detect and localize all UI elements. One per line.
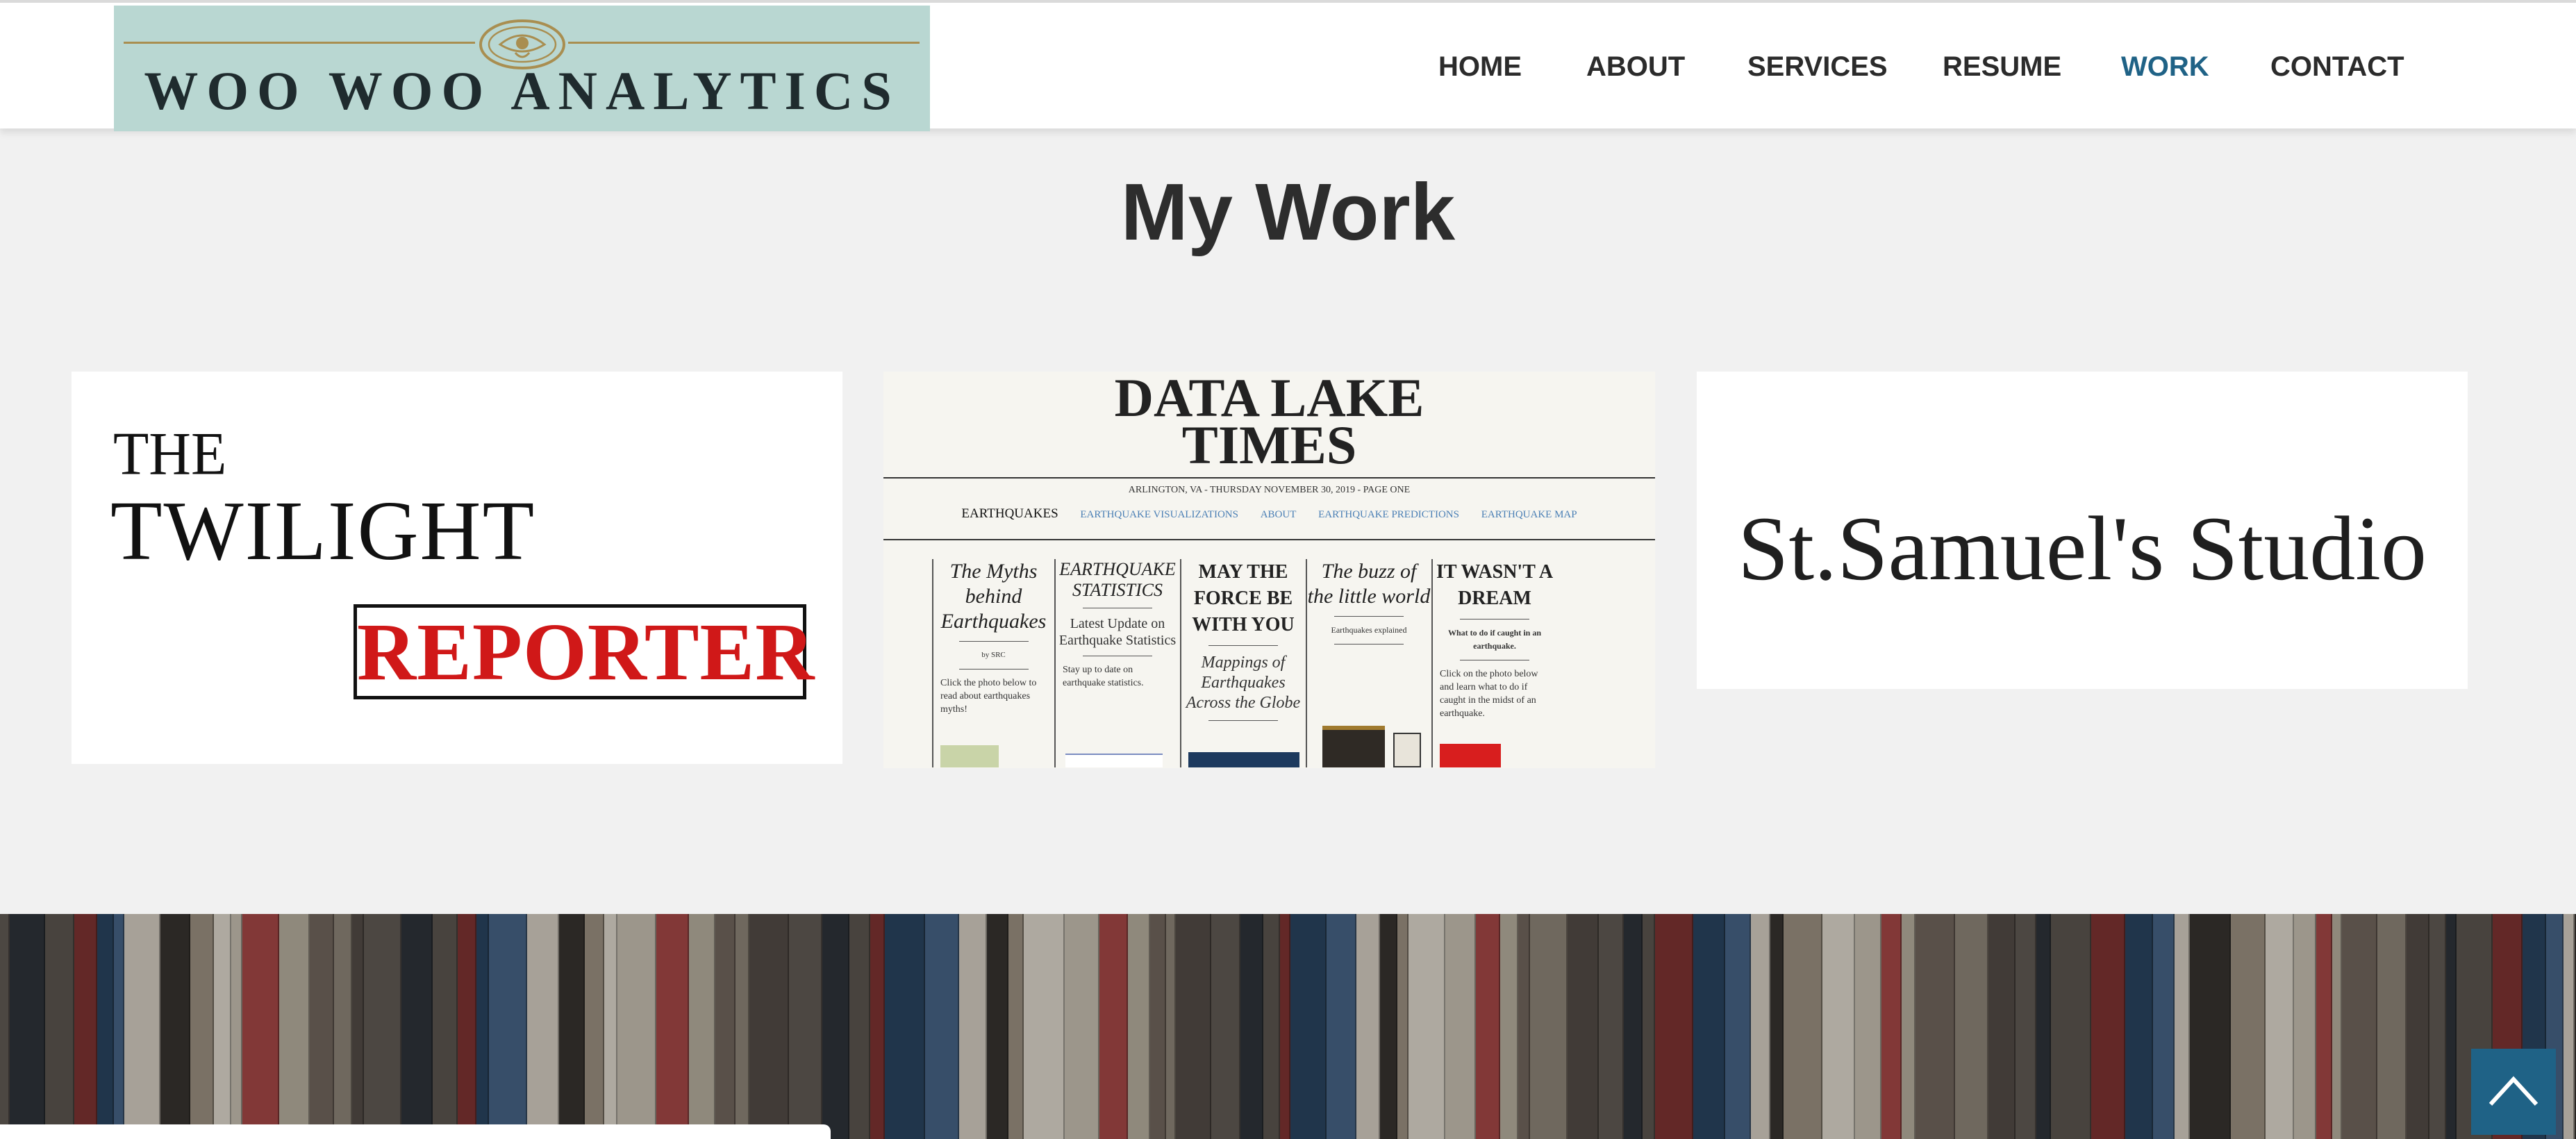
dateline: ARLINGTON, VA - THURSDAY NOVEMBER 30, 20… bbox=[1128, 485, 1411, 495]
nav-contact[interactable]: CONTACT bbox=[2270, 51, 2404, 83]
work-card-data-lake-times[interactable]: DATA LAKE TIMES ARLINGTON, VA - THURSDAY… bbox=[883, 372, 1655, 768]
footer-panel-edge bbox=[0, 1124, 831, 1139]
dl-divider bbox=[958, 669, 1029, 670]
dl-thumb-table bbox=[1065, 754, 1163, 767]
data-lake-nav: EARTHQUAKES EARTHQUAKE VISUALIZATIONS AB… bbox=[883, 506, 1655, 522]
studio-title: St.Samuel's Studio bbox=[1738, 497, 2427, 599]
dl-divider bbox=[958, 641, 1029, 642]
dl-column-heading: MAY THE FORCE BE WITH YOU bbox=[1192, 561, 1295, 635]
nav-work[interactable]: WORK bbox=[2121, 51, 2209, 83]
logo-rule-right bbox=[568, 42, 920, 44]
chevron-up-icon bbox=[2488, 1076, 2538, 1106]
work-card-st-samuels-studio[interactable]: St.Samuel's Studio bbox=[1697, 372, 2468, 689]
dl-column-statistics: EARTHQUAKE STATISTICS Latest Update on E… bbox=[1054, 559, 1179, 767]
back-to-top-button[interactable] bbox=[2471, 1049, 2556, 1135]
nav-resume[interactable]: RESUME bbox=[1943, 51, 2061, 83]
dl-nav-visualizations: EARTHQUAKE VISUALIZATIONS bbox=[1080, 509, 1238, 520]
work-card-twilight-reporter[interactable]: THE TWILIGHT REPORTER bbox=[72, 372, 842, 764]
dl-thumb-red bbox=[1440, 744, 1501, 767]
nav-about[interactable]: ABOUT bbox=[1586, 51, 1685, 83]
dl-column-myths: The Myths behind Earthquakes by SRC Clic… bbox=[932, 559, 1054, 767]
dl-nav-earthquakes: EARTHQUAKES bbox=[961, 506, 1058, 521]
dl-body: Click on the photo below and learn what … bbox=[1440, 669, 1538, 719]
dl-thumb-sketch bbox=[1393, 733, 1421, 767]
dl-body: Click the photo below to read about eart… bbox=[940, 678, 1037, 715]
dl-divider bbox=[1208, 645, 1278, 646]
dl-divider bbox=[1334, 616, 1404, 617]
nav-services[interactable]: SERVICES bbox=[1747, 51, 1888, 83]
dl-divider bbox=[1334, 644, 1404, 645]
dl-divider bbox=[1208, 720, 1278, 721]
logo-text: Woo Woo Analytics bbox=[144, 60, 900, 121]
dl-sub: Mappings of Earthquakes Across the Globe bbox=[1186, 654, 1301, 712]
dl-thumb-map bbox=[940, 745, 999, 767]
dl-column-heading: IT WASN'T A DREAM bbox=[1436, 561, 1554, 609]
dl-body: Stay up to date on earthquake statistics… bbox=[1063, 665, 1144, 688]
dl-column-buzz: The buzz of the little world Earthquakes… bbox=[1306, 559, 1431, 767]
dl-sub: Latest Update on Earthquake Statistics bbox=[1058, 616, 1177, 648]
dl-byline: by SRC bbox=[981, 651, 1006, 659]
twilight-title-text: TWILIGHT bbox=[110, 484, 536, 578]
masthead-rule-bottom bbox=[883, 539, 1655, 540]
dl-column-dream: IT WASN'T A DREAM What to do if caught i… bbox=[1431, 559, 1556, 767]
masthead-rule-top bbox=[883, 477, 1655, 479]
dl-nav-about: ABOUT bbox=[1260, 509, 1297, 520]
dl-column-heading: The buzz of the little world bbox=[1307, 560, 1431, 608]
dl-nav-map: EARTHQUAKE MAP bbox=[1481, 509, 1577, 520]
logo-rule-left bbox=[124, 42, 475, 44]
dl-nav-predictions: EARTHQUAKE PREDICTIONS bbox=[1318, 509, 1459, 520]
reporter-box: REPORTER bbox=[354, 604, 815, 699]
dl-thumb-globe bbox=[1188, 752, 1299, 767]
dl-column-heading: EARTHQUAKE STATISTICS bbox=[1059, 559, 1176, 600]
shelf-overlay bbox=[0, 914, 2576, 1139]
dl-byline: Earthquakes explained bbox=[1331, 625, 1407, 635]
reporter-text: REPORTER bbox=[357, 606, 815, 697]
data-lake-masthead: DATA LAKE TIMES bbox=[883, 372, 1655, 475]
bookshelf-banner-image bbox=[0, 914, 2576, 1139]
masthead-line-2: TIMES bbox=[1181, 415, 1357, 475]
dl-thumb-photo bbox=[1322, 726, 1385, 767]
nav-home[interactable]: HOME bbox=[1438, 51, 1522, 83]
dl-column-force: MAY THE FORCE BE WITH YOU Mappings of Ea… bbox=[1180, 559, 1305, 767]
page-title: My Work bbox=[1120, 167, 1456, 257]
site-logo[interactable]: Woo Woo Analytics bbox=[114, 6, 930, 131]
dl-divider bbox=[1460, 619, 1529, 620]
dl-byline: What to do if caught in an earthquake. bbox=[1447, 628, 1542, 651]
dl-column-heading: The Myths behind Earthquakes bbox=[940, 560, 1047, 633]
twilight-the-text: THE bbox=[113, 419, 227, 488]
bookshelf-spines bbox=[0, 914, 2576, 1139]
site-header: Woo Woo Analytics HOME ABOUT SERVICES RE… bbox=[0, 0, 2576, 131]
